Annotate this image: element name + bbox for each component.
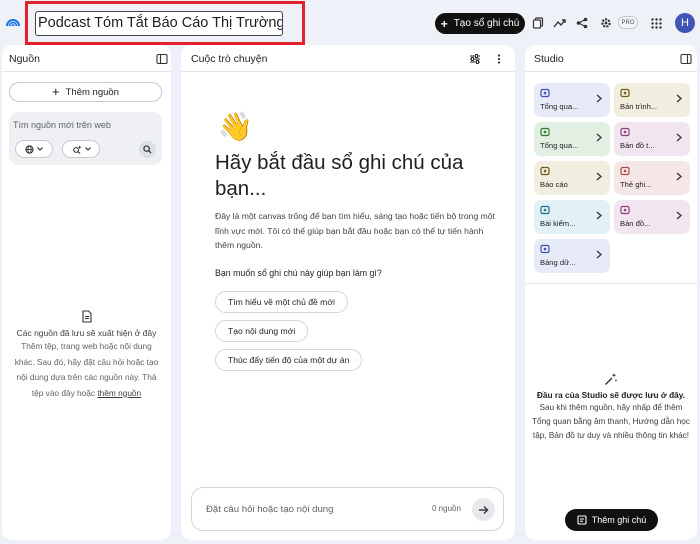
studio-title: Studio <box>534 53 564 65</box>
notebook-title[interactable]: Podcast Tóm Tắt Báo Cáo Thị Trường Q3 <box>35 11 283 36</box>
web-search-card <box>9 112 162 165</box>
add-source-link[interactable]: thêm nguồn <box>97 388 141 398</box>
research-mode-dropdown[interactable] <box>62 140 100 158</box>
sources-panel: Nguồn + Thêm nguồn Các nguồn đã lưu sẽ x… <box>2 45 171 540</box>
chat-title: Cuộc trò chuyện <box>191 53 268 65</box>
magic-wand-icon <box>605 373 618 385</box>
studio-tile-1[interactable]: Bản trình... <box>614 83 690 117</box>
chat-header: Cuộc trò chuyện <box>181 45 515 72</box>
plus-icon: + <box>52 84 60 99</box>
audio-overview-icon <box>540 88 550 98</box>
studio-tile-8[interactable]: Bảng dữ... <box>534 239 610 273</box>
add-note-label: Thêm ghi chú <box>591 515 647 525</box>
studio-tile-label: Bản đồ... <box>620 219 651 228</box>
mind-map-icon <box>620 127 630 137</box>
chat-input-box: 0 nguồn <box>191 487 504 531</box>
search-submit-button[interactable] <box>139 141 156 158</box>
chevron-right-icon <box>676 94 682 103</box>
studio-divider <box>525 283 697 284</box>
studio-header: Studio <box>525 45 697 72</box>
studio-tile-label: Bản đồ t... <box>620 141 655 150</box>
collapse-panel-icon[interactable] <box>680 53 692 65</box>
studio-tile-label: Bài kiểm... <box>540 219 576 228</box>
chevron-right-icon <box>596 133 602 142</box>
create-notebook-label: Tạo sổ ghi chú <box>453 18 520 29</box>
analytics-icon[interactable] <box>551 15 567 31</box>
tune-icon[interactable] <box>469 53 481 65</box>
chevron-down-icon <box>84 147 91 151</box>
create-notebook-button[interactable]: + Tạo sổ ghi chú <box>435 13 525 34</box>
more-options-icon[interactable] <box>493 53 505 65</box>
note-icon <box>577 515 587 525</box>
studio-tile-label: Tổng qua... <box>540 141 579 150</box>
apps-grid-icon[interactable] <box>648 15 664 31</box>
studio-tile-3[interactable]: Bản đồ t... <box>614 122 690 156</box>
studio-tile-label: Thẻ ghi... <box>620 180 652 189</box>
search-icon <box>143 145 152 154</box>
infographic-icon <box>620 205 630 215</box>
studio-tile-5[interactable]: Thẻ ghi... <box>614 161 690 195</box>
plus-icon: + <box>440 16 448 31</box>
document-icon <box>81 310 92 323</box>
studio-empty-state: Đầu ra của Studio sẽ được lưu ở đây. Sau… <box>530 372 692 443</box>
chevron-right-icon <box>596 172 602 181</box>
pro-badge: PRO <box>618 16 638 29</box>
chat-welcome-heading: Hãy bắt đầu sổ ghi chú của bạn... <box>215 151 464 200</box>
globe-icon <box>25 144 34 154</box>
studio-tile-label: Báo cáo <box>540 180 568 189</box>
studio-tile-0[interactable]: Tổng qua... <box>534 83 610 117</box>
quiz-icon <box>540 205 550 215</box>
video-presentation-icon <box>620 88 630 98</box>
flashcards-icon <box>620 166 630 176</box>
settings-icon[interactable] <box>598 15 614 31</box>
sources-empty-body: Thêm tệp, trang web hoặc nội dung khác. … <box>2 339 171 401</box>
sparkle-search-icon <box>72 144 81 154</box>
web-search-input[interactable] <box>13 118 153 132</box>
chevron-right-icon <box>596 211 602 220</box>
sources-empty-state: Các nguồn đã lưu sẽ xuất hiện ở đây Thêm… <box>2 310 171 401</box>
suggestion-learn-topic[interactable]: Tìm hiểu về một chủ đề mới <box>215 291 348 313</box>
studio-empty-headline: Đầu ra của Studio sẽ được lưu ở đây. <box>536 390 686 400</box>
send-button[interactable] <box>472 498 495 521</box>
sources-empty-headline: Các nguồn đã lưu sẽ xuất hiện ở đây <box>16 328 157 338</box>
chat-input[interactable] <box>206 502 406 517</box>
studio-tile-label: Tổng qua... <box>540 102 579 111</box>
studio-tile-label: Bảng dữ... <box>540 258 576 267</box>
chevron-right-icon <box>596 94 602 103</box>
chevron-down-icon <box>37 147 43 151</box>
web-source-dropdown[interactable] <box>15 140 53 158</box>
studio-panel: Studio <box>525 45 697 540</box>
report-icon <box>540 166 550 176</box>
data-table-icon <box>540 244 550 254</box>
studio-tile-4[interactable]: Báo cáo <box>534 161 610 195</box>
studio-tile-7[interactable]: Bản đồ... <box>614 200 690 234</box>
suggestion-advance-project[interactable]: Thúc đẩy tiến độ của một dự án <box>215 349 363 371</box>
chevron-right-icon <box>676 172 682 181</box>
chat-prompt-question: Bạn muốn sổ ghi chú này giúp bạn làm gì? <box>215 268 382 278</box>
source-count: 0 nguồn <box>432 504 461 513</box>
waving-hand-icon: 👋 <box>218 111 253 142</box>
sources-title: Nguồn <box>9 53 40 65</box>
sources-header: Nguồn <box>2 45 171 72</box>
arrow-right-icon <box>479 505 489 514</box>
add-note-button[interactable]: Thêm ghi chú <box>565 509 658 531</box>
add-source-label: Thêm nguồn <box>65 86 119 98</box>
copy-icon[interactable] <box>530 15 546 31</box>
studio-tile-6[interactable]: Bài kiểm... <box>534 200 610 234</box>
share-icon[interactable] <box>574 15 590 31</box>
video-overview-icon <box>540 127 550 137</box>
top-bar: Podcast Tóm Tắt Báo Cáo Thị Trường Q3 + … <box>0 0 700 45</box>
studio-empty-body: Sau khi thêm nguồn, hãy nhấp để thêm Tổn… <box>532 403 690 440</box>
notebook-logo-icon[interactable] <box>5 14 21 30</box>
studio-tile-label: Bản trình... <box>620 102 658 111</box>
chevron-right-icon <box>596 250 602 259</box>
suggestion-create-content[interactable]: Tạo nội dung mới <box>215 320 309 342</box>
studio-tile-2[interactable]: Tổng qua... <box>534 122 610 156</box>
collapse-panel-icon[interactable] <box>156 53 168 65</box>
chat-welcome-description: Đây là một canvas trống để bạn tìm hiểu,… <box>215 211 495 250</box>
avatar[interactable]: H <box>675 13 695 33</box>
chevron-right-icon <box>676 211 682 220</box>
add-source-button[interactable]: + Thêm nguồn <box>9 82 162 102</box>
chevron-right-icon <box>676 133 682 142</box>
